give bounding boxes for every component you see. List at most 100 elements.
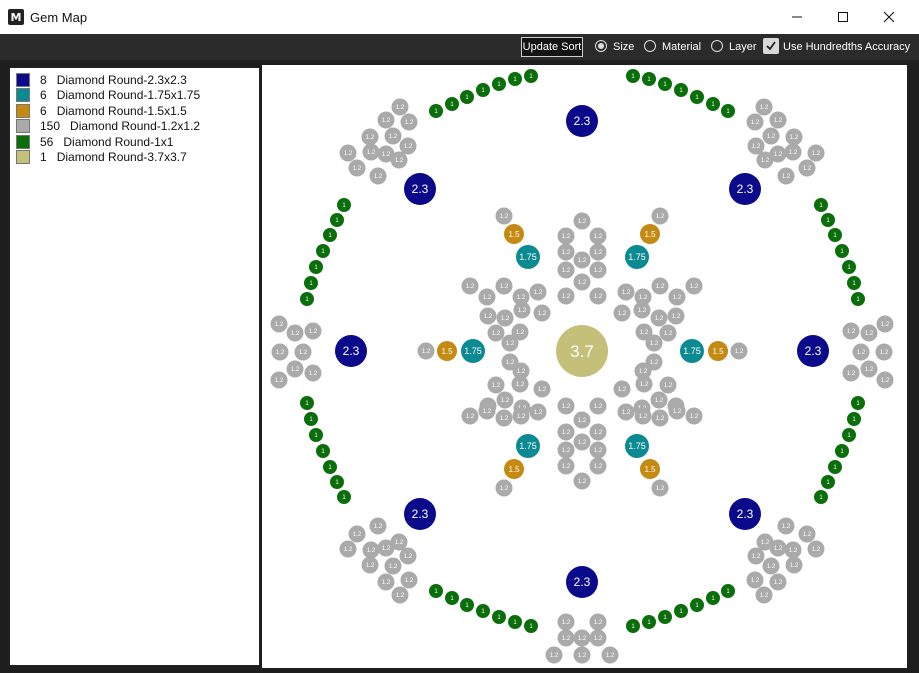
gem-d12[interactable]: 1.2	[557, 423, 575, 441]
gem-d1[interactable]: 1	[304, 412, 318, 426]
gem-d12[interactable]: 1.2	[286, 324, 304, 342]
gem-d15[interactable]: 1.5	[640, 459, 660, 479]
gem-d15[interactable]: 1.5	[640, 224, 660, 244]
gem-d12[interactable]: 1.2	[573, 251, 591, 269]
gem-d12[interactable]: 1.2	[339, 540, 357, 558]
gem-d12[interactable]: 1.2	[659, 376, 677, 394]
gem-d1[interactable]: 1	[642, 72, 656, 86]
gem-d1[interactable]: 1	[835, 444, 849, 458]
gem-d1[interactable]: 1	[835, 244, 849, 258]
gem-d12[interactable]: 1.2	[730, 342, 748, 360]
gem-d12[interactable]: 1.2	[529, 403, 547, 421]
gem-d1[interactable]: 1	[814, 490, 828, 504]
gem-d1[interactable]: 1	[690, 598, 704, 612]
gem-d12[interactable]: 1.2	[785, 556, 803, 574]
gem-d1[interactable]: 1	[851, 292, 865, 306]
gem-d12[interactable]: 1.2	[755, 98, 773, 116]
gem-d12[interactable]: 1.2	[798, 159, 816, 177]
gem-d12[interactable]: 1.2	[784, 143, 802, 161]
gem-d1[interactable]: 1	[828, 460, 842, 474]
gem-d12[interactable]: 1.2	[512, 407, 530, 425]
gem-d12[interactable]: 1.2	[362, 143, 380, 161]
gem-d12[interactable]: 1.2	[747, 137, 765, 155]
gem-d12[interactable]: 1.2	[361, 128, 379, 146]
gem-d37[interactable]: 3.7	[556, 325, 608, 377]
gem-d12[interactable]: 1.2	[668, 288, 686, 306]
gem-d1[interactable]: 1	[706, 591, 720, 605]
gem-d12[interactable]: 1.2	[777, 517, 795, 535]
gem-d1[interactable]: 1	[721, 584, 735, 598]
gem-d12[interactable]: 1.2	[361, 556, 379, 574]
gem-d12[interactable]: 1.2	[651, 479, 669, 497]
gem-d12[interactable]: 1.2	[798, 525, 816, 543]
gem-d12[interactable]: 1.2	[785, 128, 803, 146]
gem-d12[interactable]: 1.2	[651, 409, 669, 427]
gem-d12[interactable]: 1.2	[369, 517, 387, 535]
gem-d1[interactable]: 1	[508, 615, 522, 629]
gem-d1[interactable]: 1	[300, 396, 314, 410]
layer-radio[interactable]	[711, 40, 723, 52]
gem-d12[interactable]: 1.2	[533, 380, 551, 398]
gem-d1[interactable]: 1	[721, 104, 735, 118]
gem-d1[interactable]: 1	[337, 490, 351, 504]
gem-d1[interactable]: 1	[445, 591, 459, 605]
gem-d12[interactable]: 1.2	[784, 541, 802, 559]
gem-d12[interactable]: 1.2	[362, 541, 380, 559]
material-radio[interactable]	[644, 40, 656, 52]
gem-d1[interactable]: 1	[706, 97, 720, 111]
gem-d12[interactable]: 1.2	[461, 277, 479, 295]
gem-d12[interactable]: 1.2	[369, 167, 387, 185]
gem-d12[interactable]: 1.2	[852, 343, 870, 361]
gem-d12[interactable]: 1.2	[557, 243, 575, 261]
gem-d12[interactable]: 1.2	[533, 304, 551, 322]
gem-d12[interactable]: 1.2	[685, 277, 703, 295]
gem-d12[interactable]: 1.2	[756, 151, 774, 169]
gem-d12[interactable]: 1.2	[573, 646, 591, 664]
gem-d12[interactable]: 1.2	[557, 261, 575, 279]
gem-d12[interactable]: 1.2	[633, 301, 651, 319]
gem-d12[interactable]: 1.2	[391, 98, 409, 116]
gem-d12[interactable]: 1.2	[769, 111, 787, 129]
minimize-button[interactable]	[774, 0, 820, 34]
gem-d1[interactable]: 1	[429, 104, 443, 118]
gem-d23[interactable]: 2.3	[797, 335, 829, 367]
gem-d23[interactable]: 2.3	[404, 173, 436, 205]
gem-d12[interactable]: 1.2	[635, 375, 653, 393]
gem-d23[interactable]: 2.3	[404, 498, 436, 530]
gem-d12[interactable]: 1.2	[557, 457, 575, 475]
gem-d12[interactable]: 1.2	[487, 324, 505, 342]
gem-d12[interactable]: 1.2	[589, 261, 607, 279]
gem-d12[interactable]: 1.2	[807, 540, 825, 558]
gem-d12[interactable]: 1.2	[755, 586, 773, 604]
gem-d12[interactable]: 1.2	[573, 212, 591, 230]
gem-d12[interactable]: 1.2	[746, 113, 764, 131]
gem-d12[interactable]: 1.2	[294, 343, 312, 361]
gem-d175[interactable]: 1.75	[680, 339, 704, 363]
gem-d1[interactable]: 1	[476, 604, 490, 618]
gem-d12[interactable]: 1.2	[746, 571, 764, 589]
gem-d12[interactable]: 1.2	[304, 364, 322, 382]
gem-d12[interactable]: 1.2	[495, 409, 513, 427]
gem-d12[interactable]: 1.2	[573, 433, 591, 451]
gem-d1[interactable]: 1	[842, 260, 856, 274]
gem-d12[interactable]: 1.2	[860, 324, 878, 342]
gem-d12[interactable]: 1.2	[479, 307, 497, 325]
gem-d23[interactable]: 2.3	[335, 335, 367, 367]
gem-d12[interactable]: 1.2	[842, 364, 860, 382]
gem-d12[interactable]: 1.2	[400, 571, 418, 589]
gem-d175[interactable]: 1.75	[516, 434, 540, 458]
maximize-button[interactable]	[820, 0, 866, 34]
gem-d12[interactable]: 1.2	[777, 167, 795, 185]
gem-d12[interactable]: 1.2	[589, 457, 607, 475]
size-radio[interactable]	[595, 40, 607, 52]
gem-d12[interactable]: 1.2	[377, 573, 395, 591]
gem-d12[interactable]: 1.2	[589, 227, 607, 245]
gem-d1[interactable]: 1	[690, 90, 704, 104]
gem-d15[interactable]: 1.5	[437, 341, 457, 361]
gem-d12[interactable]: 1.2	[495, 207, 513, 225]
gem-d1[interactable]: 1	[330, 213, 344, 227]
gem-d12[interactable]: 1.2	[496, 391, 514, 409]
gem-d175[interactable]: 1.75	[625, 245, 649, 269]
gem-d12[interactable]: 1.2	[747, 547, 765, 565]
gem-d12[interactable]: 1.2	[304, 322, 322, 340]
